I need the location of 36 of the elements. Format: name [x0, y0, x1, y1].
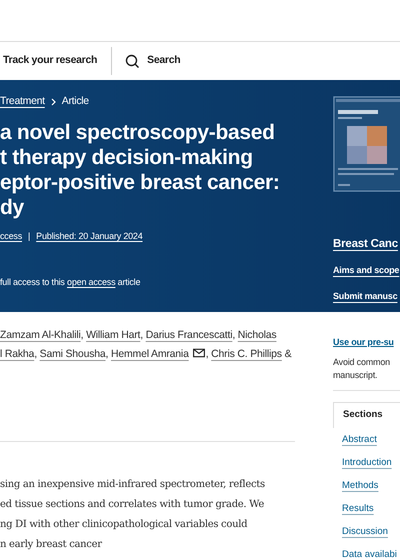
author-list: Zamzam Al-Khalili, William Hart, Darius Francescatti, Nicholas — [0, 329, 328, 342]
author-link[interactable]: Sami Shousha — [40, 348, 106, 360]
article-title: a novel spectroscopy-based t therapy decision-making eptor-positive breast cancer: dy — [0, 120, 280, 221]
mail-icon — [192, 348, 205, 358]
section-link[interactable]: Abstract — [342, 433, 377, 447]
meta-separator: | — [28, 230, 30, 243]
section-link[interactable]: Discussion — [342, 525, 388, 539]
journal-link[interactable]: Aims and scope — [333, 264, 400, 278]
search-link[interactable]: Search — [125, 53, 180, 69]
journal-link[interactable]: Submit manusc — [333, 290, 398, 304]
abstract-text: sing an inexpensive mid-infrared spectrometer, reflects ed tissue sections and correlates with tumor grade. We ng DI with other clinicopathological variables could n early breast cancer — [0, 478, 266, 552]
journal-title-link[interactable]: Breast Canc — [333, 236, 398, 254]
promo-link[interactable]: Use our pre-su — [333, 336, 394, 350]
author-link[interactable]: Hemmel Amrania — [110, 348, 206, 360]
author-link[interactable]: Darius Francescatti — [146, 329, 232, 341]
author-list: l Rakha, Sami Shousha, Hemmel Amrania , Chris C. Phillips & — [0, 348, 328, 361]
meta-link[interactable]: Published: 20 January 2024 — [36, 230, 143, 244]
meta-link[interactable]: ccess — [0, 230, 22, 244]
author-link[interactable]: William Hart — [86, 329, 140, 341]
search-icon — [125, 54, 140, 68]
author-link[interactable]: Chris C. Phillips — [211, 348, 282, 360]
author-link[interactable]: l Rakha — [0, 348, 34, 360]
author-link[interactable]: Zamzam Al-Khalili — [0, 329, 81, 341]
author-link[interactable]: Nicholas — [238, 329, 276, 341]
promo-text: Avoid common manuscript. — [333, 356, 391, 382]
sections-heading: Sections — [343, 408, 383, 422]
chevron-icon — [50, 98, 56, 106]
section-link[interactable]: Data availabi — [342, 548, 397, 560]
access-note: full access to this open access article — [0, 276, 142, 290]
section-link[interactable]: Methods — [342, 479, 378, 493]
nav-link[interactable]: Track your research — [3, 53, 98, 69]
section-link[interactable]: Introduction — [342, 456, 392, 470]
breadcrumb-link[interactable]: Treatment — [0, 94, 45, 110]
section-link[interactable]: Results — [342, 502, 374, 516]
breadcrumb-current: Article — [62, 94, 89, 109]
open-access-link[interactable]: open access — [67, 277, 116, 288]
